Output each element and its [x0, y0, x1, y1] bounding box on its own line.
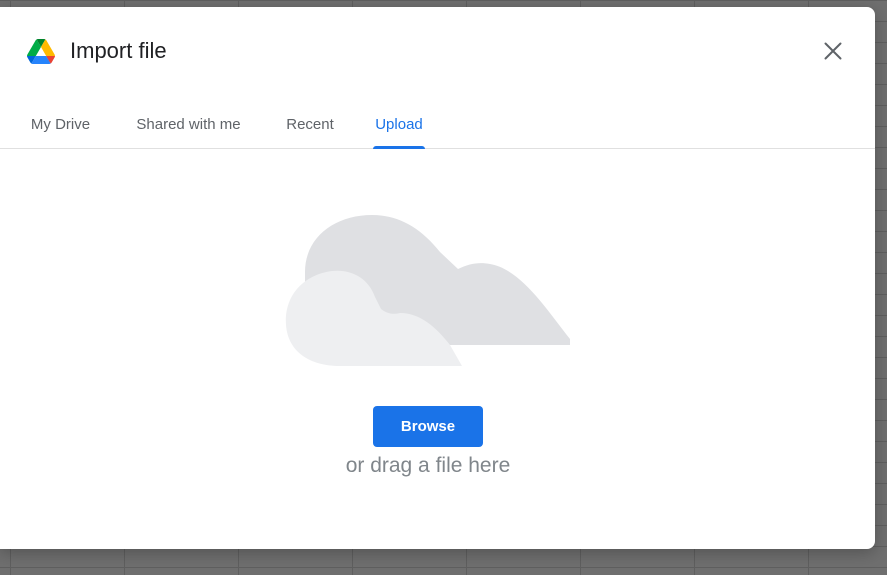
browse-button[interactable]: Browse	[373, 406, 483, 447]
tab-upload[interactable]: Upload	[371, 100, 427, 149]
tab-recent[interactable]: Recent	[276, 100, 344, 148]
tab-label: Recent	[286, 115, 334, 133]
cloud-illustration-icon	[285, 215, 570, 366]
google-drive-logo-icon	[27, 38, 55, 64]
active-tab-indicator	[373, 146, 425, 149]
tab-my-drive[interactable]: My Drive	[18, 100, 103, 148]
tab-label: Shared with me	[136, 115, 241, 133]
import-file-dialog: Import file My Drive Shared with me Rece…	[0, 7, 875, 549]
tab-shared-with-me[interactable]: Shared with me	[122, 100, 255, 148]
dialog-title: Import file	[70, 38, 167, 63]
tab-label: My Drive	[30, 115, 91, 133]
close-button[interactable]	[820, 38, 846, 64]
tab-label: Upload	[375, 115, 423, 133]
dialog-header: Import file	[27, 37, 167, 65]
source-tabs: My Drive Shared with me Recent Upload	[0, 100, 875, 149]
drag-hint-text: or drag a file here	[345, 454, 511, 477]
close-icon	[824, 42, 842, 60]
